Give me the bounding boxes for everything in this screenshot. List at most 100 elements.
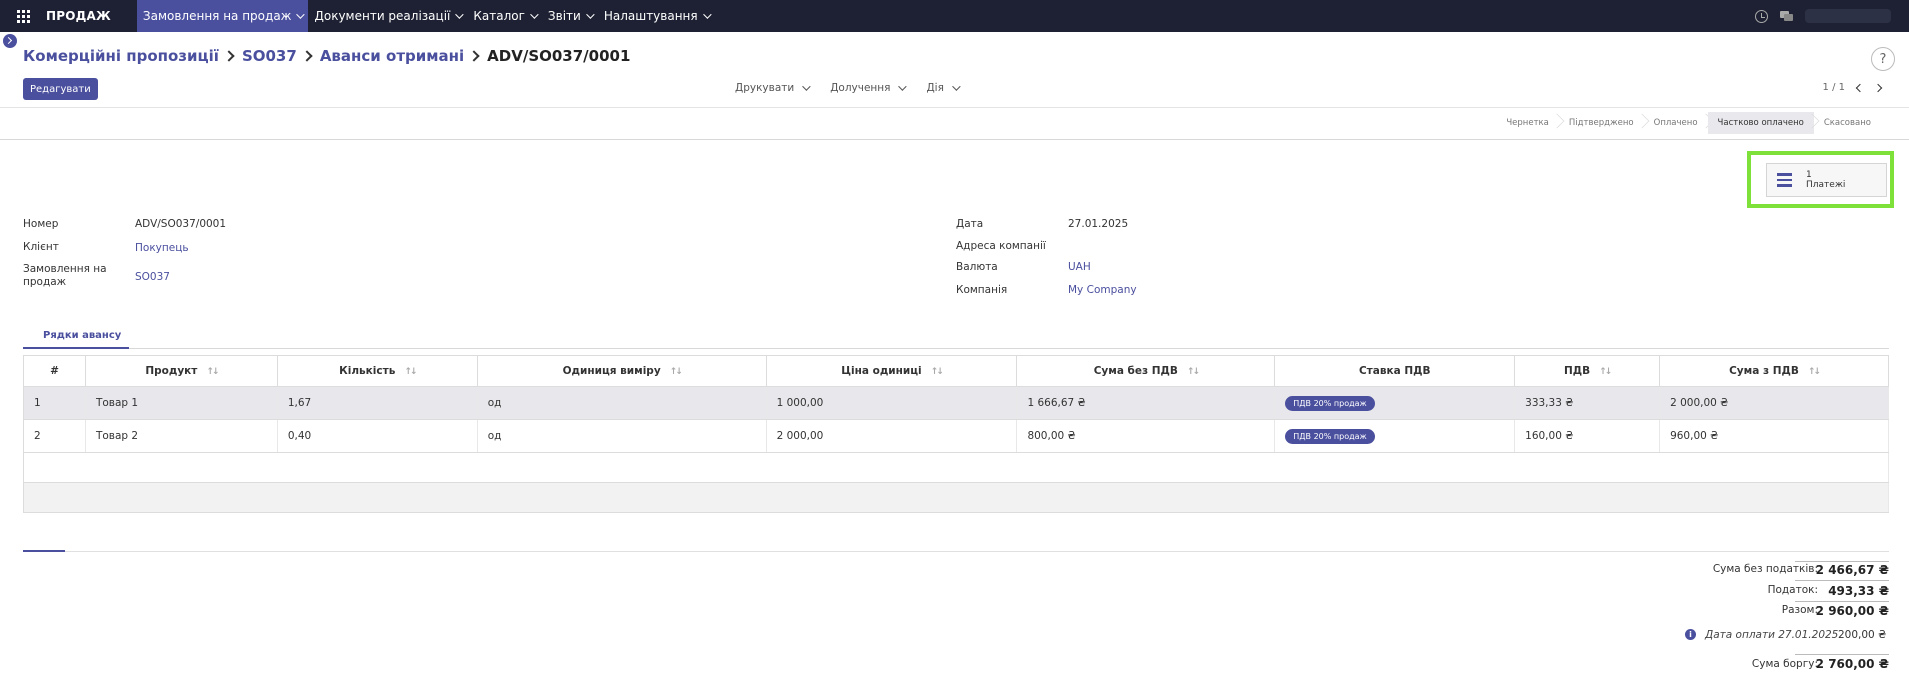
header-label: Кількість	[339, 365, 396, 377]
attachments-label: Долучення	[830, 82, 891, 94]
col-header-uom[interactable]: Одиниця виміру ↑↓	[476, 355, 767, 387]
menu-item-settings[interactable]: Налаштування	[598, 0, 715, 32]
pager-value: 1 / 1	[1822, 82, 1845, 93]
chevron-right-icon	[301, 50, 313, 62]
pager: 1 / 1	[1822, 82, 1883, 93]
cell-product: Товар 2	[85, 419, 278, 453]
payments-label: Платежі	[1806, 180, 1846, 190]
payments-smart-text: 1 Платежі	[1806, 170, 1845, 190]
cell-total: 2 000,00 ₴	[1659, 386, 1889, 420]
stage-label: Чернетка	[1506, 118, 1549, 128]
col-header-quantity[interactable]: Кількість ↑↓	[276, 355, 478, 387]
divider	[0, 139, 1909, 140]
activity-clock-icon[interactable]	[1755, 9, 1768, 23]
stage-draft[interactable]: Чернетка	[1496, 112, 1565, 134]
cell-unit-price: 1 000,00	[766, 386, 1018, 420]
header-label: Продукт	[145, 365, 198, 377]
sidebar-toggle-icon[interactable]	[3, 34, 17, 48]
col-header-subtotal[interactable]: Сума без ПДВ ↑↓	[1016, 355, 1276, 387]
chevron-down-icon	[530, 10, 539, 19]
col-header-product[interactable]: Продукт ↑↓	[84, 355, 278, 387]
breadcrumb-order[interactable]: SO037	[242, 47, 297, 65]
list-icon	[1777, 173, 1792, 187]
apps-menu-icon[interactable]	[0, 0, 46, 32]
payment-note: Дата оплати 27.01.2025	[1705, 629, 1839, 641]
currency-link[interactable]: UAH	[1068, 261, 1091, 273]
menu-label: Налаштування	[603, 9, 698, 23]
header-label: Одиниця виміру	[562, 365, 661, 377]
total-value: 2 960,00 ₴	[1815, 604, 1889, 618]
untaxed-label: Сума без податків:	[1712, 563, 1818, 575]
statusbar: Чернетка Підтверджено Оплачено Частково …	[1496, 112, 1881, 134]
date-value: 27.01.2025	[1068, 218, 1129, 230]
sort-icon: ↑↓	[206, 367, 219, 377]
attachments-menu[interactable]: Долучення	[830, 82, 908, 94]
cell-product: Товар 1	[85, 386, 278, 420]
stage-paid[interactable]: Оплачено	[1644, 112, 1713, 134]
sale-order-link[interactable]: SO037	[135, 271, 170, 283]
col-header-total[interactable]: Сума з ПДВ ↑↓	[1659, 355, 1889, 387]
messages-icon[interactable]	[1780, 10, 1793, 22]
main-menu: Замовлення на продаж Документи реалізаці…	[136, 0, 715, 32]
cell-vat: 333,33 ₴	[1514, 386, 1661, 420]
table-empty-row	[23, 452, 1889, 483]
stage-confirmed[interactable]: Підтверджено	[1559, 112, 1650, 134]
header-label: Сума без ПДВ	[1093, 365, 1178, 377]
breadcrumb-quotations[interactable]: Комерційні пропозиції	[23, 47, 219, 65]
payment-amount: 200,00 ₴	[1838, 629, 1887, 641]
tab-advance-lines[interactable]: Рядки авансу	[43, 330, 121, 341]
action-label: Дія	[926, 82, 944, 94]
table-footer-row	[23, 482, 1889, 513]
print-menu[interactable]: Друкувати	[735, 82, 811, 94]
cell-number: 2	[23, 419, 86, 453]
cell-unit-price: 2 000,00	[766, 419, 1018, 453]
cell-quantity: 1,67	[277, 386, 478, 420]
chevron-down-icon	[455, 10, 465, 19]
menu-item-reports[interactable]: Звіти	[542, 0, 598, 32]
sort-icon: ↑↓	[404, 367, 417, 377]
pager-next-icon[interactable]	[1873, 83, 1883, 92]
help-icon[interactable]: ?	[1871, 47, 1895, 71]
menu-item-sale-orders[interactable]: Замовлення на продаж	[136, 0, 309, 32]
app-name[interactable]: ПРОДАЖ	[46, 9, 111, 23]
edit-button[interactable]: Редагувати	[23, 78, 98, 100]
customer-link[interactable]: Покупець	[135, 242, 189, 254]
breadcrumb: Комерційні пропозиції SO037 Аванси отрим…	[23, 47, 630, 65]
chevron-right-icon	[223, 50, 235, 62]
breadcrumb-current: ADV/SO037/0001	[487, 47, 631, 65]
sort-icon: ↑↓	[1599, 367, 1612, 377]
tax-value: 493,33 ₴	[1828, 584, 1889, 598]
pager-previous-icon[interactable]	[1855, 83, 1865, 92]
stage-label: Оплачено	[1653, 118, 1698, 128]
currency-label: Валюта	[956, 261, 998, 273]
menu-item-catalog[interactable]: Каталог	[467, 0, 542, 32]
divider-accent	[23, 550, 65, 552]
amount-due-label: Сума боргу:	[1751, 658, 1818, 670]
header-label: Сума з ПДВ	[1729, 365, 1799, 377]
menu-item-sale-documents[interactable]: Документи реалізації	[308, 0, 467, 32]
sort-icon: ↑↓	[1807, 367, 1821, 377]
col-header-vat[interactable]: ПДВ ↑↓	[1514, 355, 1661, 387]
breadcrumb-advances[interactable]: Аванси отримані	[320, 47, 464, 65]
cell-quantity: 0,40	[277, 419, 478, 453]
table-row[interactable]: 1 Товар 1 1,67 од 1 000,00 1 666,67 ₴ ПД…	[23, 386, 1889, 420]
col-header-unit-price[interactable]: Ціна одиниці ↑↓	[765, 355, 1018, 387]
action-menu[interactable]: Дія	[926, 82, 961, 94]
table-row[interactable]: 2 Товар 2 0,40 од 2 000,00 800,00 ₴ ПДВ …	[23, 419, 1889, 453]
cell-uom: од	[477, 419, 767, 453]
company-link[interactable]: My Company	[1068, 284, 1137, 296]
payments-smart-button[interactable]: 1 Платежі	[1766, 163, 1887, 197]
print-label: Друкувати	[735, 82, 795, 94]
stage-partially-paid[interactable]: Частково оплачено	[1707, 112, 1820, 134]
header-label: Ставка ПДВ	[1358, 365, 1431, 377]
info-icon[interactable]: i	[1685, 629, 1696, 640]
sort-icon: ↑↓	[930, 367, 944, 377]
cell-subtotal: 1 666,67 ₴	[1016, 386, 1276, 420]
footer-cell	[23, 482, 1889, 513]
total-separator	[1795, 601, 1889, 602]
stage-cancelled[interactable]: Скасовано	[1814, 112, 1881, 134]
chevron-down-icon	[898, 82, 908, 91]
user-menu[interactable]	[1805, 9, 1891, 23]
chevron-down-icon	[702, 10, 712, 19]
action-menus: Друкувати Долучення Дія	[735, 82, 961, 94]
